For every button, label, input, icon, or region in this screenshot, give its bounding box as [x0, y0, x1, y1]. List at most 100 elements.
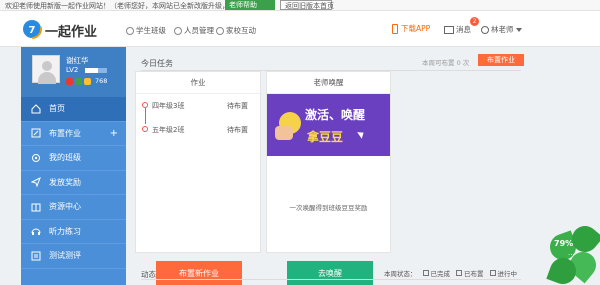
homework-class-name: 四年级3班	[152, 102, 185, 110]
main-content: 今日任务 本周可布置 0 次 布置作业 作业 四年级3班 待布置 五年级2班 待…	[126, 47, 526, 285]
status-item[interactable]: 已布置	[456, 268, 484, 278]
banner-line1: 激活、唤醒	[305, 108, 366, 122]
message-icon	[444, 25, 454, 34]
avatar[interactable]	[32, 55, 60, 84]
sidebar-item-listening[interactable]: 听力练习	[21, 220, 126, 244]
status-item[interactable]: 已完成	[422, 268, 451, 278]
sidebar-item-assign[interactable]: 布置作业 +	[21, 122, 126, 146]
message-badge: 2	[470, 17, 479, 26]
class-icon	[126, 26, 134, 35]
list-item[interactable]: 四年级3班 待布置	[136, 94, 260, 124]
test-icon	[31, 251, 41, 261]
user-menu[interactable]: 林老师	[481, 24, 522, 35]
book-icon	[31, 203, 41, 212]
messages-link[interactable]: 消息	[444, 24, 471, 35]
reminder-banner[interactable]: 激活、唤醒 拿豆豆	[267, 94, 390, 156]
logo-text[interactable]: 一起作业	[45, 21, 97, 40]
level-progress-fill	[85, 68, 99, 73]
homework-list: 四年级3班 待布置 五年级2班 待布置	[136, 94, 260, 142]
sidebar-item-reward[interactable]: 发放奖励	[21, 171, 126, 195]
top-header: 7 一起作业 学生班级 人员管理 家校互动 下载APP 消息 2 林老师	[0, 11, 600, 47]
check-icon	[422, 270, 429, 276]
profile-count: 768	[95, 77, 108, 85]
profile-name: 谢红华	[66, 56, 89, 65]
status-item-label: 已布置	[464, 270, 484, 278]
nav-chat[interactable]: 家校互动	[216, 25, 256, 36]
nav-people-label: 人员管理	[184, 26, 214, 35]
sidebar-item-class[interactable]: 我的班级	[21, 146, 126, 171]
reminder-text: 一次唤醒得到班级豆豆奖励	[289, 204, 368, 212]
sidebar-item-label: 首页	[49, 104, 65, 114]
profile-level: LV2	[66, 66, 79, 74]
notice-bar: 欢迎老师使用新版一起作业网站！（老师您好，本网站已全新改版升级，欢迎体验） 老师…	[0, 0, 600, 11]
headphone-icon	[31, 228, 41, 236]
plus-icon[interactable]: +	[110, 128, 118, 139]
sidebar-item-test[interactable]: 测试测评	[21, 244, 126, 269]
reminder-card: 老师唤醒 激活、唤醒 拿豆豆 一次唤醒得到班级豆豆奖励 去唤醒	[266, 71, 391, 285]
medal-icon	[66, 77, 73, 85]
status-item-label: 进行中	[497, 270, 518, 278]
assign-top-button[interactable]: 布置作业	[478, 54, 524, 66]
app-download-link[interactable]: 下载APP	[392, 23, 430, 34]
profile-badges: 768	[66, 77, 107, 85]
edit-icon	[31, 128, 41, 138]
homework-status: 待布置	[227, 126, 248, 134]
sidebar: 谢红华 LV2 768 首页 布置作业 + 我的班级 发放奖励 资源中心 听力练…	[21, 47, 126, 285]
homework-status: 待布置	[227, 102, 248, 110]
people-icon	[174, 26, 182, 35]
status-item[interactable]: 进行中	[489, 268, 518, 278]
section-title: 今日任务	[141, 59, 173, 68]
svg-text:7: 7	[29, 25, 36, 36]
reminder-card-title: 老师唤醒	[267, 72, 390, 94]
chat-icon	[216, 26, 224, 35]
level-progress-bar	[85, 68, 107, 73]
list-icon	[456, 270, 462, 276]
user-icon	[481, 25, 489, 34]
chevron-down-icon	[515, 27, 522, 32]
nav-chat-label: 家校互动	[226, 26, 256, 35]
dynamics-status: 本周状态： 已完成 已布置 进行中	[384, 268, 517, 278]
assign-homework-button[interactable]: 布置新作业	[156, 261, 242, 285]
remind-button[interactable]: 去唤醒	[287, 261, 373, 285]
logo-icon[interactable]: 7	[22, 19, 42, 39]
status-item-label: 已完成	[430, 270, 451, 278]
send-icon	[31, 177, 41, 188]
divider	[141, 279, 521, 280]
clover-widget[interactable]: 79% ...	[546, 220, 600, 285]
clock-icon	[489, 270, 496, 276]
homework-card-title: 作业	[136, 72, 260, 94]
status-label: 本周状态：	[384, 270, 417, 278]
home-icon	[31, 104, 41, 114]
leaf-icon	[75, 77, 82, 85]
sidebar-item-label: 布置作业	[49, 128, 81, 138]
sidebar-item-label: 我的班级	[49, 153, 81, 163]
phone-icon	[392, 23, 398, 34]
list-item[interactable]: 五年级2班 待布置	[136, 118, 260, 142]
nav-class-label: 学生班级	[136, 26, 166, 35]
widget-dots: ...	[568, 249, 575, 257]
nav-people[interactable]: 人员管理	[174, 25, 214, 36]
remaining-text: 本周可布置 0 次	[422, 59, 470, 67]
sidebar-item-label: 听力练习	[49, 226, 81, 236]
messages-label: 消息	[456, 25, 471, 34]
banner-line2: 拿豆豆	[307, 130, 344, 144]
sidebar-item-label: 测试测评	[49, 251, 81, 261]
timeline-dot	[142, 126, 148, 132]
teacher-help-button[interactable]: 老师帮助	[225, 0, 275, 10]
sidebar-item-resources[interactable]: 资源中心	[21, 195, 126, 220]
sidebar-item-label: 资源中心	[49, 202, 81, 212]
user-name: 林老师	[491, 25, 514, 34]
hand-icon	[275, 126, 293, 140]
homework-card: 作业 四年级3班 待布置 五年级2班 待布置 布置新作业	[135, 71, 261, 285]
cursor-icon	[357, 129, 366, 139]
homework-class-name: 五年级2班	[152, 126, 185, 134]
coin-icon	[84, 77, 91, 85]
profile-panel: 谢红华 LV2 768	[21, 47, 126, 97]
sidebar-item-home[interactable]: 首页	[21, 97, 126, 122]
widget-percent: 79%	[554, 239, 574, 248]
sidebar-item-label: 发放奖励	[49, 177, 81, 187]
old-version-button[interactable]: 返回旧版本首页	[280, 0, 334, 10]
nav-class[interactable]: 学生班级	[126, 25, 166, 36]
app-download-label: 下载APP	[401, 24, 431, 33]
gear-icon	[32, 153, 40, 162]
